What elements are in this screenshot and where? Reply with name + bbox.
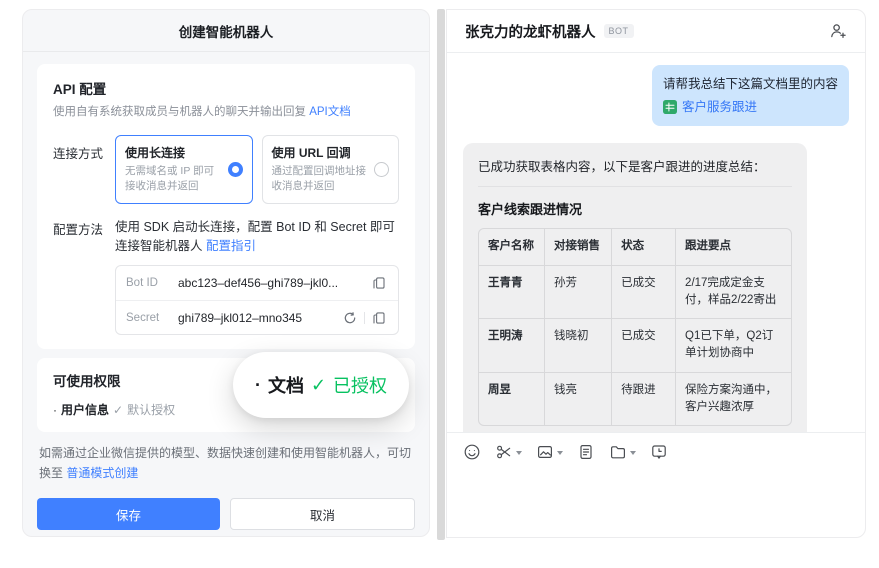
config-guide-link[interactable]: 配置指引 xyxy=(206,239,256,253)
refresh-icon[interactable] xyxy=(341,309,359,327)
caret-down-icon[interactable] xyxy=(630,450,636,458)
cell-status: 已成交 xyxy=(611,318,677,373)
permission-status: 已授权 xyxy=(333,376,388,397)
cell-customer: 王明涛 xyxy=(479,318,546,373)
config-method-label: 配置方法 xyxy=(53,222,104,237)
normal-mode-link[interactable]: 普通模式创建 xyxy=(66,466,138,480)
col-header: 跟进要点 xyxy=(675,229,791,266)
document-icon[interactable] xyxy=(577,443,595,461)
divider xyxy=(364,311,365,324)
cell-customer: 周昱 xyxy=(479,372,546,425)
credentials-box: Bot ID abc123–def456–ghi789–jkl0... Secr… xyxy=(115,265,399,336)
table-row: 王青青 孙芳 已成交 2/17完成定金支付，样品2/22寄出 xyxy=(479,265,791,319)
folder-icon[interactable] xyxy=(609,443,636,461)
input-toolbar xyxy=(447,433,865,461)
user-message-bubble: 请帮我总结下这篇文档里的内容 客户服务跟进 xyxy=(651,65,849,127)
message-input-area[interactable] xyxy=(447,432,865,537)
option-desc: 通过配置回调地址接收消息并返回 xyxy=(271,165,367,193)
bot-badge: BOT xyxy=(603,24,634,38)
api-section-desc: 使用自有系统获取成员与机器人的聊天并输出回复 xyxy=(53,106,306,118)
radio-unselected-icon[interactable] xyxy=(374,161,389,177)
app-window: 创建智能机器人 API 配置 使用自有系统获取成员与机器人的聊天并输出回复 AP… xyxy=(0,0,879,568)
option-title: 使用长连接 xyxy=(125,146,186,161)
screenshot-icon[interactable] xyxy=(495,443,522,461)
copy-icon[interactable] xyxy=(370,309,388,327)
col-header: 状态 xyxy=(611,229,677,266)
bot-name: 张克力的龙虾机器人 xyxy=(465,24,596,41)
cell-sales: 钱晓初 xyxy=(544,318,613,373)
check-icon: ✓ xyxy=(113,402,124,417)
secret-row: Secret ghi789–jkl012–mno345 xyxy=(116,300,398,334)
copy-icon[interactable] xyxy=(370,274,388,292)
save-button[interactable]: 保存 xyxy=(37,498,220,531)
permissions-title: 可使用权限 xyxy=(53,374,121,390)
bot-intro-text: 已成功获取表格内容，以下是客户跟进的进度总结： xyxy=(478,156,792,188)
option-long-connection[interactable]: 使用长连接 无需域名或 IP 即可接收消息并返回 xyxy=(115,135,253,204)
chat-preview-panel: 张克力的龙虾机器人 BOT 请帮我总结下这篇文档里的内容 客户服务跟进 已成功获… xyxy=(446,9,866,538)
cell-status: 已成交 xyxy=(611,265,677,319)
cell-sales: 钱亮 xyxy=(544,372,613,425)
bullet: · xyxy=(254,374,261,395)
permission-name: 用户信息 xyxy=(61,403,110,418)
cell-status: 待跟进 xyxy=(611,372,677,425)
bot-message-bubble: 已成功获取表格内容，以下是客户跟进的进度总结： 客户线索跟进情况 客户名称 对接… xyxy=(463,143,807,432)
bullet: · xyxy=(53,402,57,417)
col-header: 对接销售 xyxy=(544,229,613,266)
permission-status: 默认授权 xyxy=(127,403,176,418)
option-title: 使用 URL 回调 xyxy=(271,146,351,161)
caret-down-icon[interactable] xyxy=(557,450,563,458)
option-url-callback[interactable]: 使用 URL 回调 通过配置回调地址接收消息并返回 xyxy=(261,135,399,204)
connection-method-label: 连接方式 xyxy=(53,147,104,162)
bot-id-row: Bot ID abc123–def456–ghi789–jkl0... xyxy=(116,266,398,300)
cell-notes: 保险方案沟通中，客户兴趣浓厚 xyxy=(685,383,778,413)
user-message-text: 请帮我总结下这篇文档里的内容 xyxy=(662,77,838,91)
secret-value: ghi789–jkl012–mno345 xyxy=(178,310,303,325)
caret-down-icon[interactable] xyxy=(516,450,522,458)
bot-id-label: Bot ID xyxy=(126,277,158,290)
followup-table: 客户名称 对接销售 状态 跟进要点 王青青 孙芳 已成交 2/17完成定金支付，… xyxy=(478,228,792,426)
panel-divider xyxy=(437,9,445,540)
table-header-row: 客户名称 对接销售 状态 跟进要点 xyxy=(479,229,791,266)
spreadsheet-icon xyxy=(662,99,677,114)
cancel-button[interactable]: 取消 xyxy=(230,498,415,531)
attachment-link[interactable]: 客户服务跟进 xyxy=(682,97,757,118)
bot-id-value: abc123–def456–ghi789–jkl0... xyxy=(178,276,339,291)
cell-notes: Q1已下单，Q2订单计划协商中 xyxy=(675,318,791,373)
api-config-card: API 配置 使用自有系统获取成员与机器人的聊天并输出回复 API文档 连接方式… xyxy=(37,64,415,350)
api-section-title: API 配置 xyxy=(53,82,107,97)
create-bot-panel: 创建智能机器人 API 配置 使用自有系统获取成员与机器人的聊天并输出回复 AP… xyxy=(22,9,430,537)
check-icon: ✓ xyxy=(310,374,327,395)
table-row: 周昱 钱亮 待跟进 保险方案沟通中，客户兴趣浓厚 xyxy=(479,372,791,425)
col-header: 客户名称 xyxy=(479,229,546,266)
cell-customer: 王青青 xyxy=(479,265,546,319)
option-desc: 无需域名或 IP 即可接收消息并返回 xyxy=(125,165,215,193)
chat-area: 请帮我总结下这篇文档里的内容 客户服务跟进 已成功获取表格内容，以下是客户跟进的… xyxy=(447,53,865,432)
chat-header: 张克力的龙虾机器人 BOT xyxy=(447,10,865,53)
permission-name: 文档 xyxy=(267,376,304,397)
secret-label: Secret xyxy=(126,311,160,324)
panel-title: 创建智能机器人 xyxy=(23,10,429,52)
cell-notes: 2/17完成定金支付，样品2/22寄出 xyxy=(675,265,791,319)
emoji-icon[interactable] xyxy=(463,443,481,461)
table-title: 客户线索跟进情况 xyxy=(478,202,583,218)
cell-sales: 孙芳 xyxy=(544,265,613,319)
chat-history-icon[interactable] xyxy=(650,443,668,461)
api-doc-link[interactable]: API文档 xyxy=(309,106,351,118)
add-member-icon[interactable] xyxy=(829,22,847,40)
radio-selected-icon[interactable] xyxy=(227,161,243,177)
permissions-card: 可使用权限 · 用户信息 ✓ 默认授权 · 文档 ✓ 已授权 xyxy=(37,352,415,433)
magnifier-callout: · 文档 ✓ 已授权 xyxy=(233,352,409,419)
image-icon[interactable] xyxy=(536,443,563,461)
table-row: 王明涛 钱晓初 已成交 Q1已下单，Q2订单计划协商中 xyxy=(479,318,791,373)
